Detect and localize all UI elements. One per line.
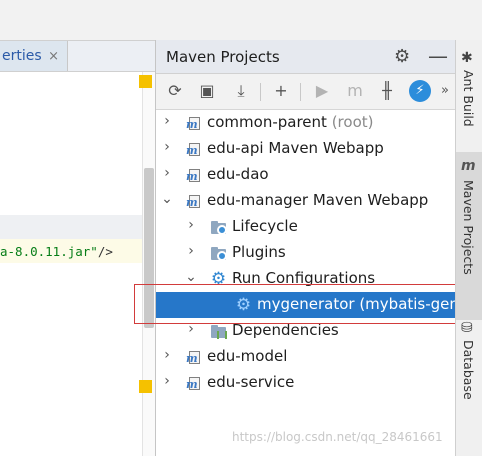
folder-gear-icon [210,219,227,235]
download-icon[interactable]: ⤓ [230,80,252,102]
warning-marker[interactable] [139,380,152,393]
tree-item-edu-model[interactable]: › m edu-model [156,344,456,370]
code-text: a-8.0.11.jar" [0,244,98,259]
tree-item-label: Lifecycle [232,217,298,235]
tree-item-plugins[interactable]: › Plugins [156,240,456,266]
maven-module-icon: m [186,193,203,209]
warning-marker[interactable] [139,75,152,88]
maven-module-icon: m [186,115,203,131]
editor-top-bar [0,0,155,40]
tree-item-label: common-parent [207,113,327,131]
skip-tests-icon[interactable]: ⚡ [409,80,431,102]
chevron-right-icon[interactable]: › [184,243,198,259]
minimize-icon[interactable]: — [428,44,448,68]
chevron-down-icon[interactable]: ⌄ [160,191,174,207]
right-tool-strip: ✱ Ant Build m Maven Projects ⛁ Database [455,40,482,456]
editor-area[interactable]: erties × a-8.0.11.jar"/> [0,0,155,456]
tab-label: Ant Build [461,70,476,127]
more-icon[interactable]: » [434,80,456,102]
chevron-right-icon[interactable]: › [160,373,174,389]
gear-icon[interactable]: ⚙ [394,46,410,67]
tab-maven-projects[interactable]: m Maven Projects [456,152,482,320]
maven-panel-header: Maven Projects ⚙ — [156,40,456,74]
reimport-icon[interactable]: ⟳ [164,80,186,102]
tree-item-edu-service[interactable]: › m edu-service [156,370,456,396]
toolbar-separator [300,83,301,101]
maven-toolbar: ⟳ ▣ ⤓ + ▶ m ╫ ⚡ » [156,74,456,110]
ant-icon: ✱ [461,50,473,66]
panel-title: Maven Projects [166,48,280,66]
editor-line-highlight [0,215,142,239]
chevron-right-icon[interactable]: › [160,165,174,181]
watermark: https://blog.csdn.net/qq_28461661 [232,430,443,444]
tree-item-edu-api[interactable]: › m edu-api Maven Webapp [156,136,456,162]
close-icon[interactable]: × [48,49,59,64]
toggle-offline-icon[interactable]: ╫ [376,80,398,102]
tree-item-common-parent[interactable]: › m common-parent (root) [156,110,456,136]
tab-ant-build[interactable]: ✱ Ant Build [456,48,482,148]
tree-item-label: Plugins [232,243,286,261]
tree-item-edu-manager[interactable]: ⌄ m edu-manager Maven Webapp [156,188,456,214]
maven-projects-panel: Maven Projects ⚙ — ⟳ ▣ ⤓ + ▶ m ╫ ⚡ » › m… [155,40,468,456]
folder-gear-icon [210,245,227,261]
tree-item-label: edu-dao [207,165,269,183]
chevron-down-icon[interactable]: ⌄ [184,269,198,285]
code-tail: /> [97,244,113,259]
maven-icon: m [461,158,476,174]
run-icon[interactable]: ▶ [311,80,333,102]
tree-item-label: edu-service [207,373,295,391]
toolbar-separator [260,83,261,101]
tree-item-label: edu-manager Maven Webapp [207,191,429,209]
annotation-highlight-box [134,284,460,324]
tree-item-label: edu-api Maven Webapp [207,139,384,157]
execute-goal-icon[interactable]: m [344,80,366,102]
generate-sources-icon[interactable]: ▣ [196,80,218,102]
database-icon: ⛁ [461,320,473,336]
folder-dependencies-icon [210,323,227,339]
chevron-right-icon[interactable]: › [160,113,174,129]
tab-label: Maven Projects [461,180,476,275]
editor-scrollbar[interactable] [142,72,155,456]
tree-item-label: edu-model [207,347,288,365]
editor-code-line[interactable]: a-8.0.11.jar"/> [0,239,142,263]
maven-module-icon: m [186,349,203,365]
maven-module-icon: m [186,375,203,391]
maven-tree: › m common-parent (root) › m edu-api Mav… [156,110,468,456]
tab-label: Database [461,340,476,400]
chevron-right-icon[interactable]: › [184,217,198,233]
maven-module-icon: m [186,141,203,157]
tree-item-edu-dao[interactable]: › m edu-dao [156,162,456,188]
chevron-right-icon[interactable]: › [160,347,174,363]
tree-item-lifecycle[interactable]: › Lifecycle [156,214,456,240]
maven-module-icon: m [186,167,203,183]
root-suffix: (root) [331,113,374,131]
editor-tab-bar: erties × [0,40,155,72]
add-icon[interactable]: + [270,80,292,102]
editor-tab[interactable]: erties × [0,41,68,71]
tab-database[interactable]: ⛁ Database [456,318,482,438]
chevron-right-icon[interactable]: › [160,139,174,155]
editor-tab-label: erties [2,48,42,64]
